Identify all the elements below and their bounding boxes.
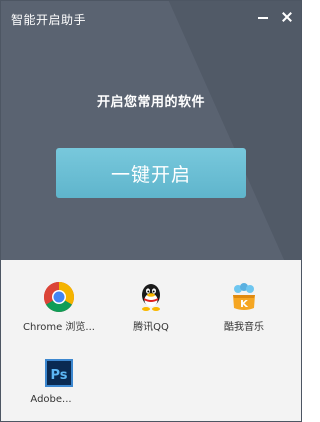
svg-text:Ps: Ps xyxy=(50,368,67,383)
minimize-button[interactable] xyxy=(255,9,271,25)
kuwo-music-icon: K xyxy=(228,281,260,313)
app-item-adobe[interactable]: Ps Adobe... xyxy=(14,357,104,417)
app-label: 酷我音乐 xyxy=(224,322,264,333)
header-decoration xyxy=(151,1,301,260)
svg-text:K: K xyxy=(240,299,249,310)
app-item-qq[interactable]: 腾讯QQ xyxy=(106,281,196,341)
app-label: 腾讯QQ xyxy=(133,322,169,333)
chrome-icon xyxy=(43,281,75,313)
header-panel: 智能开启助手 开启您常用的软件 一键开启 xyxy=(1,1,301,260)
title-bar: 智能开启助手 xyxy=(1,1,301,35)
app-item-chrome[interactable]: Chrome 浏览... xyxy=(14,281,104,341)
window-title: 智能开启助手 xyxy=(11,13,87,27)
one-click-open-button[interactable]: 一键开启 xyxy=(56,148,246,198)
app-list: Chrome 浏览... 腾讯QQ K 酷我音乐 Ps Adobe... xyxy=(1,260,301,421)
app-item-kuwo[interactable]: K 酷我音乐 xyxy=(199,281,289,341)
photoshop-icon: Ps xyxy=(43,357,75,389)
app-window: 智能开启助手 开启您常用的软件 一键开启 Chrome 浏览... 腾讯QQ K… xyxy=(0,0,302,422)
page-subtitle: 开启您常用的软件 xyxy=(96,95,205,110)
minimize-icon xyxy=(258,17,268,19)
close-button[interactable] xyxy=(279,9,295,25)
qq-penguin-icon xyxy=(135,281,167,313)
app-label: Chrome 浏览... xyxy=(23,322,95,333)
app-label: Adobe... xyxy=(30,394,72,405)
